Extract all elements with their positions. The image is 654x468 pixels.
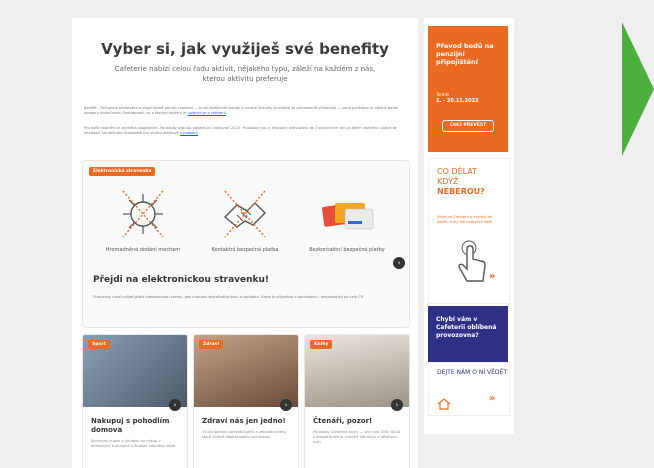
chevron-right-icon[interactable]: › [280, 399, 292, 411]
page-title: Vyber si, jak využiješ své benefity [101, 40, 389, 58]
card-badge: Zdraví [199, 340, 224, 349]
hand-touch-icon [451, 239, 491, 291]
benefit-card-2[interactable]: Zdraví › Zdraví nás jen jedno! Využij ba… [193, 334, 299, 468]
pension-date-label: Termín [436, 92, 450, 97]
card-image-health: Zdraví › [194, 335, 298, 411]
pension-transfer-banner[interactable]: Převod bodů na penzijní připojištění Ter… [428, 26, 508, 152]
handshake-icon [215, 185, 275, 243]
card-badge: Sport [88, 340, 110, 349]
feature-3-caption: Bezkontaktní bezpečné platby [309, 247, 385, 253]
feature-2: Kontaktní bezpečná platba [195, 185, 295, 254]
info-text-2: Pro další naplnění je zejména zpoplatněn… [84, 126, 397, 135]
double-chevron-icon[interactable]: » [489, 393, 495, 404]
card-image-book: Knihy › [305, 335, 409, 411]
info-link-2[interactable]: u podpory [180, 131, 198, 135]
missing-shop-cta[interactable]: DEJTE NÁM O NÍ VĚDĚT » [428, 362, 510, 416]
missing-shop-title: Chybí vám v Cafeterii oblíbená provozovn… [436, 316, 497, 339]
pension-transfer-button[interactable]: CHCI PŘEVÉST [442, 120, 494, 132]
sidebar: Převod bodů na penzijní připojištění Ter… [424, 18, 514, 434]
promo-badge: Elektronická stravenka [89, 167, 156, 176]
next-arrow[interactable] [622, 22, 654, 160]
page-subtitle: Cafeterie nabízí celou řadu aktivit, něj… [114, 65, 376, 83]
card-title: Zdraví nás jen jedno! [202, 417, 286, 425]
promo-heading: Přejdi na elektronickou stravenku! [93, 275, 270, 285]
card-text: Poukázky Cafeterie Knihy — více než 3000… [313, 430, 401, 444]
neberou-title: CO DĚLAT KDYŽ NEBEROU? [437, 167, 485, 196]
feature-1: Hromadněné dodání mechem [93, 185, 193, 254]
card-image-laptop: Sport › [83, 335, 187, 411]
virus-icon [113, 185, 173, 243]
card-badge: Knihy [310, 340, 333, 349]
info-link-1[interactable]: uplatnit se v cafeterii [187, 111, 225, 115]
neberou-subtitle: Sdílej ve Cafeterii a nabídni do pátek, … [437, 215, 493, 224]
pension-date: 1. - 20.11.2022 [436, 98, 479, 104]
promo-section[interactable]: Elektronická stravenka Hromadněné dodání… [82, 160, 410, 328]
promo-description: Stravenky nově můžeš platit elektronicko… [93, 295, 365, 299]
feature-3: Bezkontaktní bezpečné platby [297, 185, 397, 254]
feature-2-caption: Kontaktní bezpečná platba [211, 247, 279, 253]
card-title: Nakupuj s pohodlím domova [91, 417, 170, 434]
card-title: Čtenáři, pozor! [313, 417, 373, 425]
cards-icon [317, 185, 377, 243]
home-icon [437, 395, 451, 414]
chevron-right-icon[interactable]: › [391, 399, 403, 411]
benefit-card-3[interactable]: Knihy › Čtenáři, pozor! Poukázky Cafeter… [304, 334, 410, 468]
benefits-panel: Vyber si, jak využiješ své benefity Cafe… [72, 18, 418, 468]
missing-shop-cta-text: DEJTE NÁM O NÍ VĚDĚT [437, 369, 507, 376]
neberou-banner[interactable]: CO DĚLAT KDYŽ NEBEROU? Sdílej ve Cafeter… [428, 158, 510, 304]
chevron-right-icon[interactable]: › [169, 399, 181, 411]
pension-title: Převod bodů na penzijní připojištění [436, 42, 494, 66]
card-text: Využij balíček zdravotní péče a zdravotn… [202, 430, 287, 439]
chevron-right-icon[interactable]: › [393, 257, 405, 269]
feature-1-caption: Hromadněné dodání mechem [105, 247, 181, 253]
card-text: Sportovní kupon s úhradou na nákup v obl… [91, 439, 176, 448]
double-chevron-icon[interactable]: » [489, 271, 495, 282]
info-text-1: Benefit ‑ Pečujeme především o stop-hlav… [84, 106, 398, 115]
benefit-card-1[interactable]: Sport › Nakupuj s pohodlím domova Sporto… [82, 334, 188, 468]
missing-shop-banner[interactable]: Chybí vám v Cafeterii oblíbená provozovn… [428, 306, 508, 362]
